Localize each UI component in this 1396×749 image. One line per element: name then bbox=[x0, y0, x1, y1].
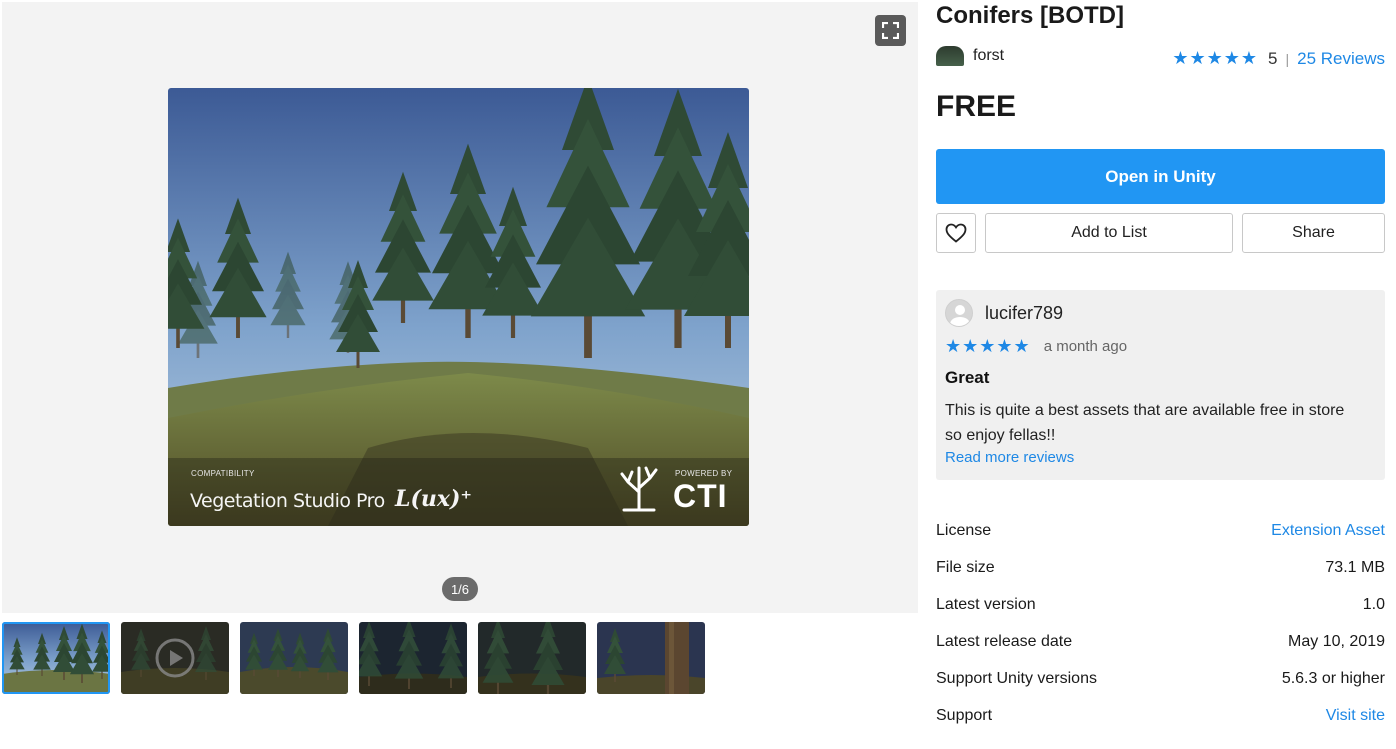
thumbnail-strip bbox=[2, 622, 705, 695]
detail-label: Support Unity versions bbox=[936, 669, 1097, 687]
rating-summary: ★★★★★ 5 | 25 Reviews bbox=[1172, 48, 1385, 69]
cti-logo: CTI bbox=[673, 478, 728, 514]
publisher[interactable]: forst bbox=[936, 46, 1004, 66]
detail-label: Latest release date bbox=[936, 632, 1073, 650]
page-indicator: 1/6 bbox=[442, 577, 478, 601]
detail-row-unity-versions: Support Unity versions 5.6.3 or higher bbox=[936, 660, 1385, 697]
reviewer-avatar bbox=[945, 299, 973, 327]
main-screenshot[interactable]: COMPATIBILITY Vegetation Studio Pro L(ux… bbox=[168, 88, 749, 526]
star-rating-icon: ★★★★★ bbox=[1172, 48, 1259, 68]
review-title: Great bbox=[945, 368, 990, 387]
thumbnail-4[interactable] bbox=[359, 622, 467, 694]
detail-row-file-size: File size 73.1 MB bbox=[936, 549, 1385, 586]
license-link[interactable]: Extension Asset bbox=[1271, 522, 1385, 540]
lux-logo: L(ux)⁺ bbox=[395, 486, 473, 512]
detail-value: 5.6.3 or higher bbox=[1281, 669, 1385, 687]
reviews-link[interactable]: 25 Reviews bbox=[1297, 49, 1385, 69]
detail-label: File size bbox=[936, 558, 995, 576]
detail-label: License bbox=[936, 521, 992, 539]
powered-by-label: POWERED BY bbox=[675, 469, 733, 478]
detail-label: Latest version bbox=[936, 595, 1036, 613]
review-star-icon: ★★★★★ bbox=[945, 336, 1031, 356]
visit-site-link[interactable]: Visit site bbox=[1326, 707, 1385, 725]
detail-row-support: Support Visit site bbox=[936, 697, 1385, 734]
heart-icon bbox=[945, 223, 967, 243]
read-more-reviews-link[interactable]: Read more reviews bbox=[945, 449, 1074, 466]
reviewer-name: lucifer789 bbox=[985, 302, 1064, 323]
fullscreen-button[interactable] bbox=[875, 15, 906, 46]
detail-row-license: License Extension Asset bbox=[936, 512, 1385, 549]
image-gallery: COMPATIBILITY Vegetation Studio Pro L(ux… bbox=[2, 2, 918, 613]
product-title: Conifers [BOTD] bbox=[936, 2, 1124, 29]
favorite-button[interactable] bbox=[936, 213, 976, 253]
add-to-list-button[interactable]: Add to List bbox=[985, 213, 1233, 253]
vegetation-studio-logo: Vegetation Studio Pro bbox=[190, 490, 385, 512]
thumbnail-3[interactable] bbox=[240, 622, 348, 694]
detail-row-latest-version: Latest version 1.0 bbox=[936, 586, 1385, 623]
share-button[interactable]: Share bbox=[1242, 213, 1385, 253]
rating-separator: | bbox=[1285, 50, 1290, 67]
thumbnail-6[interactable] bbox=[597, 622, 705, 694]
open-in-unity-button[interactable]: Open in Unity bbox=[936, 149, 1385, 204]
detail-value: 1.0 bbox=[1362, 595, 1385, 613]
thumbnail-1[interactable] bbox=[2, 622, 110, 694]
publisher-name[interactable]: forst bbox=[973, 47, 1004, 65]
fullscreen-icon bbox=[882, 22, 899, 39]
thumbnail-5[interactable] bbox=[478, 622, 586, 694]
publisher-avatar bbox=[936, 46, 964, 66]
compatibility-label: COMPATIBILITY bbox=[191, 469, 255, 478]
thumbnail-2-video[interactable] bbox=[121, 622, 229, 694]
price: FREE bbox=[936, 90, 1017, 123]
product-details: License Extension Asset File size 73.1 M… bbox=[936, 512, 1385, 734]
detail-value: May 10, 2019 bbox=[1288, 632, 1385, 650]
detail-label: Support bbox=[936, 706, 993, 724]
review-card: lucifer789 ★★★★★ a month ago Great This … bbox=[936, 290, 1385, 480]
detail-row-release-date: Latest release date May 10, 2019 bbox=[936, 623, 1385, 660]
review-body: This is quite a best assets that are ava… bbox=[945, 402, 1345, 444]
rating-value: 5 bbox=[1268, 48, 1278, 68]
detail-value: 73.1 MB bbox=[1325, 558, 1385, 576]
review-time: a month ago bbox=[1043, 338, 1128, 355]
cti-tree-icon bbox=[620, 466, 658, 512]
